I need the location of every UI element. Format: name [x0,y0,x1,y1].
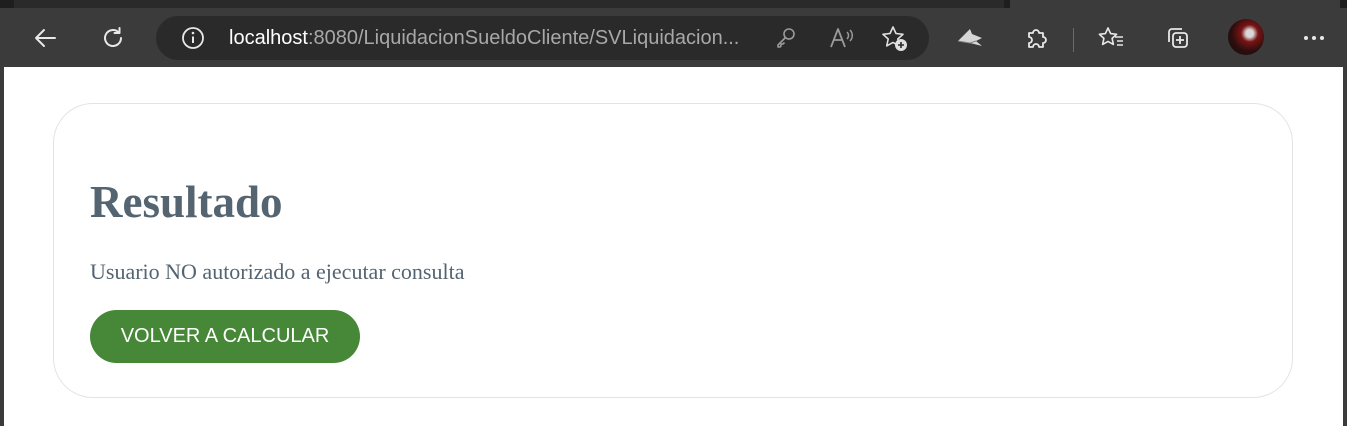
back-arrow-icon [35,29,56,47]
window-frame-left [0,67,4,426]
more-menu-button[interactable] [1296,20,1332,56]
extension-button[interactable] [952,20,988,56]
puzzle-icon [1028,29,1047,48]
tab-active[interactable] [1010,0,1340,8]
tab-inactive[interactable] [14,0,1004,8]
result-card: Resultado Usuario NO autorizado a ejecut… [53,103,1293,398]
profile-avatar[interactable] [1228,19,1264,55]
favorites-button[interactable] [1093,20,1129,56]
toolbar-divider [1073,28,1074,52]
refresh-icon [104,27,122,47]
url-text[interactable]: localhost:8080/LiquidacionSueldoCliente/… [229,27,759,49]
extensions-button[interactable] [1019,20,1055,56]
window-frame-right [1343,67,1347,426]
page-title: Resultado [90,177,283,227]
address-bar[interactable]: localhost:8080/LiquidacionSueldoCliente/… [156,16,929,60]
site-info-icon[interactable] [180,25,206,51]
collections-button[interactable] [1160,20,1196,56]
back-button[interactable] [28,20,64,56]
favorites-list-icon [1098,27,1123,46]
result-message: Usuario NO autorizado a ejecutar consult… [90,259,465,284]
tab-strip [0,0,1347,8]
collections-icon [1168,28,1188,48]
add-favorite-icon[interactable] [880,24,910,54]
refresh-button[interactable] [95,20,131,56]
recalculate-button[interactable]: VOLVER A CALCULAR [90,310,360,363]
url-host: localhost [229,27,308,49]
read-aloud-icon[interactable] [828,25,856,51]
key-icon[interactable] [774,26,798,50]
shark-extension-icon [957,29,982,46]
browser-toolbar: localhost:8080/LiquidacionSueldoCliente/… [0,8,1347,67]
url-path: :8080/LiquidacionSueldoCliente/SVLiquida… [307,27,740,49]
ellipsis-icon [1304,36,1324,40]
